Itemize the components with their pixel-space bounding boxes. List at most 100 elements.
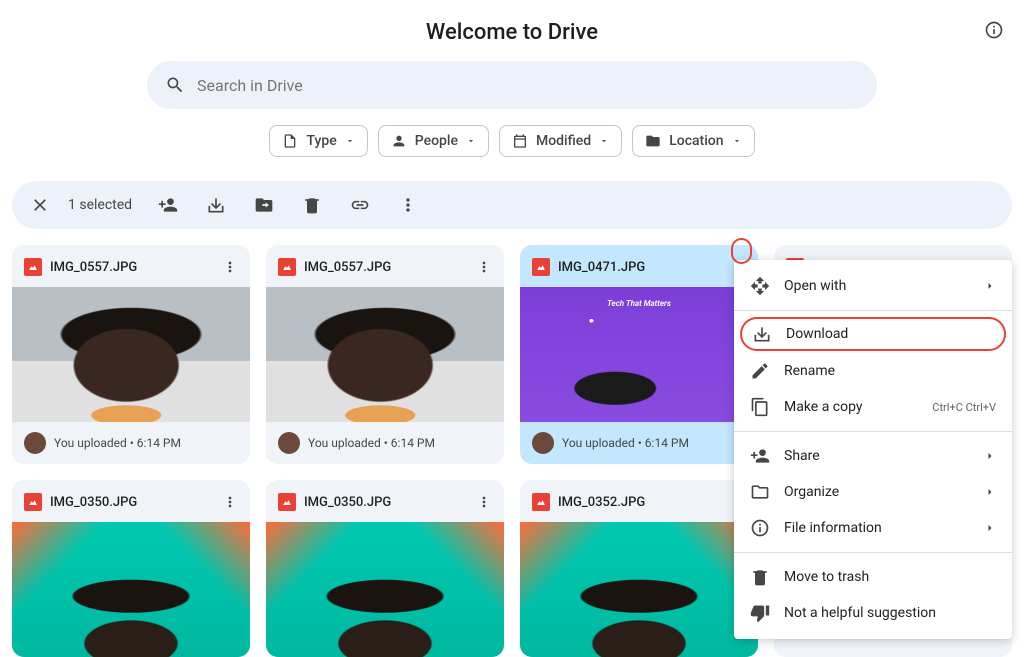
link-icon [350,195,370,215]
more-vert-icon [398,195,418,215]
download-icon [206,195,226,215]
download-button[interactable] [196,185,236,225]
person-icon [391,133,407,149]
menu-shortcut: Ctrl+C Ctrl+V [932,401,996,414]
file-name: IMG_0350.JPG [50,495,210,510]
owner-avatar [532,432,554,454]
search-icon [165,75,185,95]
chevron-right-icon [984,280,996,292]
file-card[interactable]: IMG_0350.JPG [266,480,504,657]
chevron-right-icon [984,522,996,534]
menu-divider [734,310,1012,311]
organize-icon [750,482,770,502]
close-selection-button[interactable] [20,185,60,225]
chip-label: Location [669,133,723,149]
file-card[interactable]: IMG_0471.JPG Tech That Matters You uploa… [520,245,758,464]
owner-avatar [278,432,300,454]
file-name: IMG_0352.JPG [558,495,718,510]
filter-chip-type[interactable]: Type [269,125,367,157]
file-thumbnail[interactable]: Tech That Matters [520,287,758,422]
file-thumbnail[interactable] [12,522,250,657]
menu-label: Rename [784,363,996,379]
drive-move-icon [254,195,274,215]
chevron-right-icon [984,450,996,462]
more-vert-icon [222,494,238,510]
thumb-down-icon [750,603,770,623]
file-more-button[interactable] [472,490,496,514]
copy-icon [750,397,770,417]
menu-label: Share [784,448,970,464]
menu-item-rename[interactable]: Rename [734,353,1012,389]
image-file-icon [532,258,550,276]
file-meta: You uploaded • 6:14 PM [54,436,181,450]
file-name: IMG_0557.JPG [50,260,210,275]
highlight-more-button [731,238,752,264]
more-actions-button[interactable] [388,185,428,225]
file-name: IMG_0471.JPG [558,260,718,275]
menu-item-file-information[interactable]: File information [734,510,1012,546]
menu-item-not-a-helpful-suggestion[interactable]: Not a helpful suggestion [734,595,1012,631]
menu-label: Make a copy [784,399,918,415]
file-card[interactable]: IMG_0557.JPG You uploaded • 6:14 PM [266,245,504,464]
menu-item-share[interactable]: Share [734,438,1012,474]
move-to-button[interactable] [244,185,284,225]
search-input[interactable] [197,76,859,95]
chevron-down-icon [599,136,609,146]
image-file-icon [278,258,296,276]
file-thumbnail[interactable] [266,522,504,657]
search-bar[interactable] [147,61,877,109]
menu-item-make-a-copy[interactable]: Make a copy Ctrl+C Ctrl+V [734,389,1012,425]
file-card[interactable]: IMG_0350.JPG [12,480,250,657]
chip-label: Type [306,133,336,149]
chevron-down-icon [466,136,476,146]
file-more-button[interactable] [218,255,242,279]
image-file-icon [278,493,296,511]
filter-chip-location[interactable]: Location [632,125,754,157]
open-with-icon [750,276,770,296]
menu-divider [734,431,1012,432]
chevron-right-icon [984,486,996,498]
menu-item-download[interactable]: Download [740,317,1006,351]
delete-button[interactable] [292,185,332,225]
close-icon [30,195,50,215]
menu-label: Open with [784,278,970,294]
share-button[interactable] [148,185,188,225]
file-thumbnail[interactable] [12,287,250,422]
context-menu: Open with Download Rename Make a copy Ctrl+C… [734,260,1012,639]
chevron-down-icon [732,136,742,146]
file-more-button[interactable] [218,490,242,514]
share-icon [750,446,770,466]
filter-chips: Type People Modified Location [0,125,1024,157]
file-info-icon [750,518,770,538]
menu-item-organize[interactable]: Organize [734,474,1012,510]
folder-icon [645,133,661,149]
rename-icon [750,361,770,381]
calendar-icon [512,133,528,149]
chip-label: Modified [536,133,591,149]
person-add-icon [158,195,178,215]
get-link-button[interactable] [340,185,380,225]
filter-chip-people[interactable]: People [378,125,489,157]
file-card[interactable]: IMG_0352.JPG [520,480,758,657]
image-file-icon [24,493,42,511]
trash-icon [302,195,322,215]
trash-icon [750,567,770,587]
file-more-button[interactable] [472,255,496,279]
file-card[interactable]: IMG_0557.JPG You uploaded • 6:14 PM [12,245,250,464]
file-meta: You uploaded • 6:14 PM [308,436,435,450]
file-thumbnail[interactable] [520,522,758,657]
filter-chip-modified[interactable]: Modified [499,125,622,157]
menu-divider [734,552,1012,553]
menu-label: Not a helpful suggestion [784,605,996,621]
image-file-icon [532,493,550,511]
info-icon [984,20,1004,40]
info-button[interactable] [982,18,1006,42]
menu-item-move-to-trash[interactable]: Move to trash [734,559,1012,595]
file-meta: You uploaded • 6:14 PM [562,436,689,450]
menu-item-open-with[interactable]: Open with [734,268,1012,304]
menu-label: File information [784,520,970,536]
image-file-icon [24,258,42,276]
chevron-down-icon [345,136,355,146]
more-vert-icon [476,494,492,510]
file-thumbnail[interactable] [266,287,504,422]
